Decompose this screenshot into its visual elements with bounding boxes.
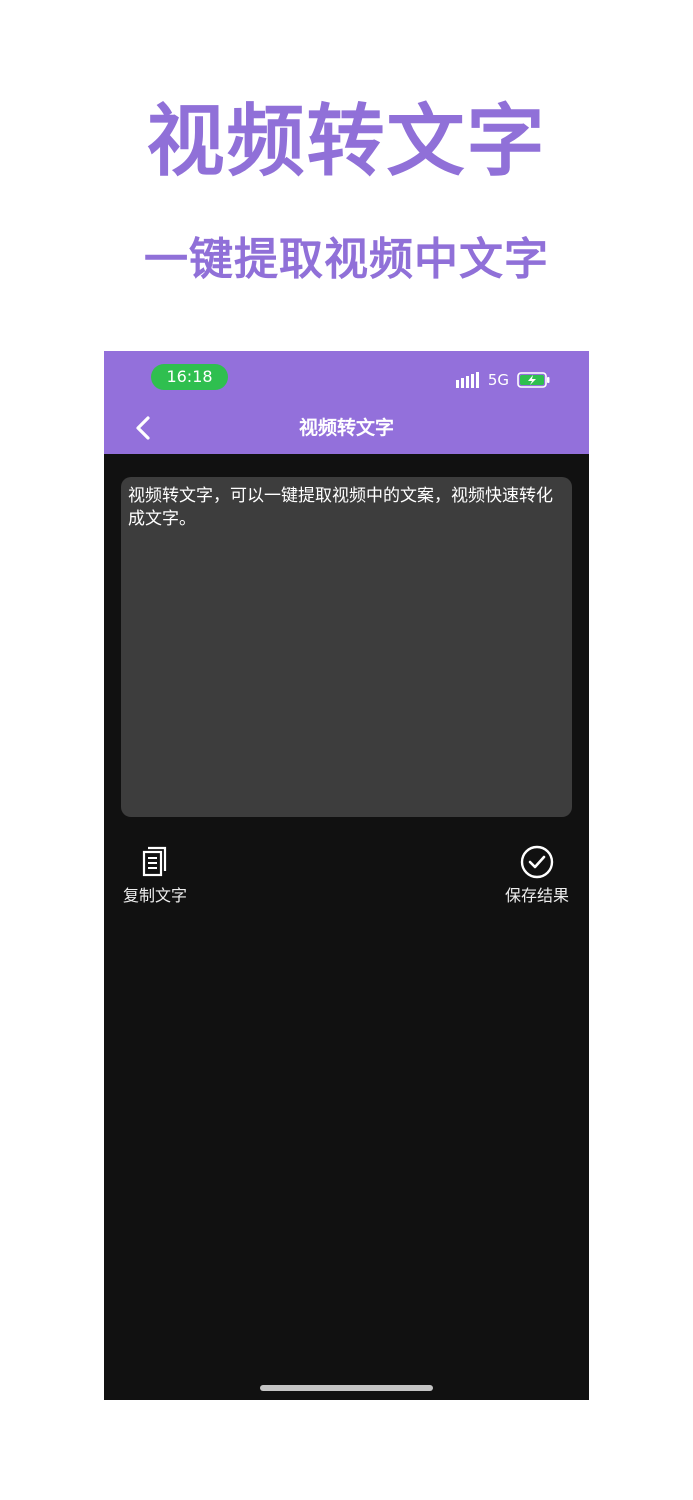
signal-icon <box>455 372 479 388</box>
copy-document-icon <box>142 846 167 877</box>
phone-screen: 16:18 5G 视频转文字 视频转文字，可以一键提取视频中的文案，视频快速转化… <box>104 351 589 1400</box>
copy-text-label: 复制文字 <box>122 886 187 905</box>
result-text-area[interactable]: 视频转文字，可以一键提取视频中的文案，视频快速转化成文字。 <box>121 477 572 817</box>
save-result-label: 保存结果 <box>504 886 569 905</box>
status-indicators: 5G <box>455 369 551 391</box>
promo-title: 视频转文字 <box>146 97 547 187</box>
save-result-button[interactable]: 保存结果 <box>492 844 582 906</box>
battery-charging-icon <box>517 372 550 388</box>
promo-subtitle: 一键提取视频中文字 <box>144 234 549 285</box>
copy-text-button[interactable]: 复制文字 <box>110 844 200 906</box>
status-time: 16:18 <box>151 364 228 390</box>
home-indicator[interactable] <box>260 1385 433 1391</box>
check-circle-icon <box>520 845 554 879</box>
page-title: 视频转文字 <box>298 417 394 439</box>
app-header: 16:18 5G 视频转文字 <box>104 351 589 454</box>
network-label: 5G <box>487 371 509 389</box>
